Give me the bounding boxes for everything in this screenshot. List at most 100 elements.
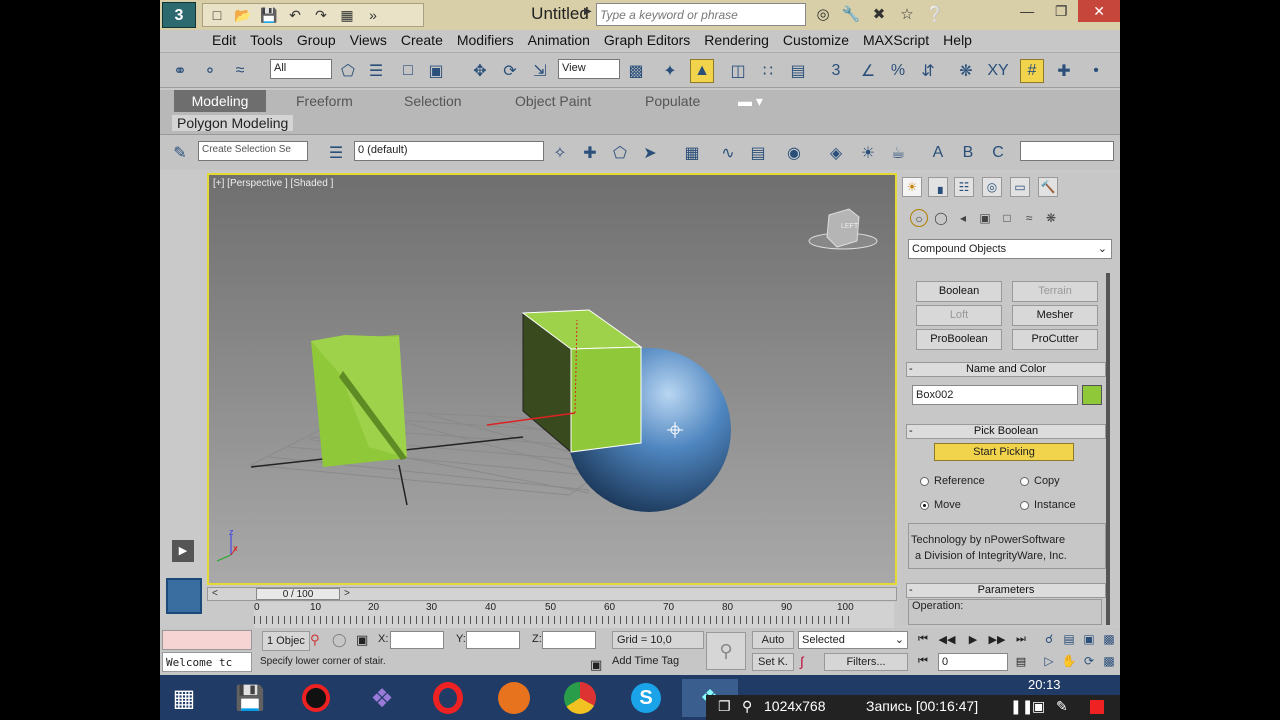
go-to-start-icon[interactable]: ⏮ <box>914 633 932 649</box>
time-slider[interactable]: < 0 / 100 > <box>207 587 897 601</box>
lights-icon[interactable]: ◂ <box>954 209 972 227</box>
dope-sheet-icon[interactable]: ▤ <box>746 141 770 165</box>
firefox-icon[interactable] <box>494 679 534 717</box>
render-icon[interactable]: ☕ <box>886 141 910 165</box>
record-app-icon[interactable] <box>296 679 336 717</box>
close-button[interactable]: ✕ <box>1078 0 1120 22</box>
name-and-color-rollout[interactable]: - Name and Color <box>906 362 1106 377</box>
set-key-icon[interactable]: ⚲ <box>706 632 746 670</box>
auto-key-button[interactable]: Auto <box>752 631 794 649</box>
absolute-mode-icon[interactable]: ▣ <box>356 632 368 648</box>
select-manipulate-icon[interactable]: ✦ <box>658 59 682 83</box>
go-to-end-icon[interactable]: ⏭ <box>1012 633 1030 649</box>
orbit-icon[interactable]: ⟳ <box>1080 654 1098 672</box>
maxscript-play-button[interactable]: ▶ <box>172 540 194 562</box>
unlink-icon[interactable]: ⚬ <box>198 59 222 83</box>
spacewarps-icon[interactable]: ≈ <box>1020 209 1038 227</box>
radio-reference[interactable]: Reference <box>920 475 985 487</box>
key-filters-button[interactable]: Filters... <box>824 653 908 671</box>
menu-group[interactable]: Group <box>297 30 347 51</box>
add-time-tag-button[interactable]: Add Time Tag <box>612 655 679 667</box>
menu-customize[interactable]: Customize <box>783 30 860 51</box>
current-frame-input[interactable]: 0 <box>938 653 1008 671</box>
set-current-layer-icon[interactable]: ➤ <box>638 141 662 165</box>
cameras-icon[interactable]: ▣ <box>976 209 994 227</box>
edit-named-sets-icon[interactable]: ❋ <box>954 59 978 83</box>
motion-tab-icon[interactable]: ◎ <box>982 177 1002 197</box>
zoom-all-icon[interactable]: ▤ <box>1060 632 1078 650</box>
array-icon[interactable]: ∷ <box>756 59 780 83</box>
fov-icon[interactable]: ▷ <box>1040 654 1058 672</box>
binoculars-icon[interactable]: ◎ <box>812 4 834 26</box>
time-next-icon[interactable]: > <box>344 588 350 599</box>
magnifier-icon[interactable]: ⚲ <box>742 698 752 715</box>
scale-icon[interactable]: ⇲ <box>528 59 552 83</box>
object-name-input[interactable]: Box002 <box>912 385 1078 405</box>
layer-name-field[interactable] <box>1020 141 1114 161</box>
shapes-icon[interactable]: ◯ <box>932 209 950 227</box>
menu-tools[interactable]: Tools <box>250 30 294 51</box>
menu-create[interactable]: Create <box>401 30 454 51</box>
maximize-button[interactable]: ❐ <box>1044 0 1078 22</box>
undo-icon[interactable]: ↶ <box>285 6 305 24</box>
create-tab-icon[interactable]: ☀ <box>902 177 922 197</box>
play-icon[interactable]: ▶ <box>964 633 982 649</box>
pause-icon[interactable]: ❚❚ <box>1010 698 1033 715</box>
exchange-icon[interactable]: ✖ <box>868 4 890 26</box>
align-icon[interactable]: ▤ <box>786 59 810 83</box>
search-expand-icon[interactable]: ▶ <box>584 6 594 22</box>
boolean-button[interactable]: Boolean <box>916 281 1002 302</box>
radio-copy[interactable]: Copy <box>1020 475 1060 487</box>
opera-icon[interactable] <box>428 679 468 717</box>
layer-select[interactable]: 0 (default) <box>354 141 544 161</box>
radio-move[interactable]: Move <box>920 499 961 511</box>
schematic-view-icon[interactable]: ◉ <box>782 141 806 165</box>
window-icon[interactable]: ❐ <box>718 698 731 715</box>
polygon-modeling-panel[interactable]: Polygon Modeling <box>172 115 294 131</box>
key-filter-select[interactable]: Selected ⌄ <box>798 631 908 649</box>
tab-modeling[interactable]: Modeling <box>174 90 266 112</box>
maxscript-listener-output[interactable] <box>162 630 252 650</box>
maxscript-listener-input[interactable]: Welcome tc <box>162 652 252 672</box>
tab-freeform[interactable]: Freeform <box>296 93 353 109</box>
menu-animation[interactable]: Animation <box>528 30 601 51</box>
selection-filter-select[interactable]: All <box>270 59 332 79</box>
scene-explorer-icon[interactable]: ▦ <box>680 141 704 165</box>
tab-selection[interactable]: Selection <box>404 93 462 109</box>
viewport-label[interactable]: [+] [Perspective ] [Shaded ] <box>213 178 333 189</box>
menu-edit[interactable]: Edit <box>212 30 247 51</box>
mesher-button[interactable]: Mesher <box>1012 305 1098 326</box>
save-icon[interactable]: 💾 <box>259 6 279 24</box>
windows-start-icon[interactable]: ▦ <box>164 679 204 717</box>
next-frame-icon[interactable]: ▶▶ <box>988 633 1006 649</box>
keyboard-shortcut-override-icon[interactable]: ▲ <box>690 59 714 83</box>
snap-points-icon[interactable]: ✚ <box>1052 59 1076 83</box>
perspective-viewport[interactable]: [+] [Perspective ] [Shaded ] LEFT z x <box>207 173 897 585</box>
x-coordinate-input[interactable] <box>390 631 444 649</box>
pick-boolean-rollout[interactable]: - Pick Boolean <box>906 424 1106 439</box>
hierarchy-tab-icon[interactable]: ☷ <box>954 177 974 197</box>
mirror-icon[interactable]: ◫ <box>726 59 750 83</box>
help-icon[interactable]: ❔ <box>924 4 946 26</box>
time-configuration-icon[interactable]: ▤ <box>1012 655 1030 671</box>
container-b-icon[interactable]: B <box>956 141 980 165</box>
stop-icon[interactable] <box>1090 700 1104 714</box>
zoom-icon[interactable]: ☌ <box>1040 632 1058 650</box>
percent-snap-icon[interactable]: % <box>886 59 910 83</box>
category-select[interactable]: Compound Objects ⌄ <box>908 239 1112 259</box>
visual-studio-icon[interactable]: ❖ <box>362 679 402 717</box>
pivot-center-icon[interactable]: ▩ <box>624 59 648 83</box>
layer-manager-icon[interactable]: ☰ <box>324 141 348 165</box>
app-logo-button[interactable]: 3 <box>162 2 196 28</box>
menu-maxscript[interactable]: MAXScript <box>863 30 940 51</box>
snap-pivot-icon[interactable]: • <box>1084 59 1108 83</box>
container-c-icon[interactable]: C <box>986 141 1010 165</box>
bind-spacewarp-icon[interactable]: ≈ <box>228 59 252 83</box>
helpers-icon[interactable]: □ <box>998 209 1016 227</box>
time-tag-icon[interactable]: ▣ <box>590 657 602 673</box>
edit-named-selection-icon[interactable]: ✎ <box>168 141 192 165</box>
geometry-icon[interactable]: ○ <box>910 209 928 227</box>
key-mode-icon[interactable]: ⏮ <box>914 655 932 671</box>
lock-selection-icon[interactable]: ⚲ <box>310 632 320 648</box>
y-coordinate-input[interactable] <box>466 631 520 649</box>
